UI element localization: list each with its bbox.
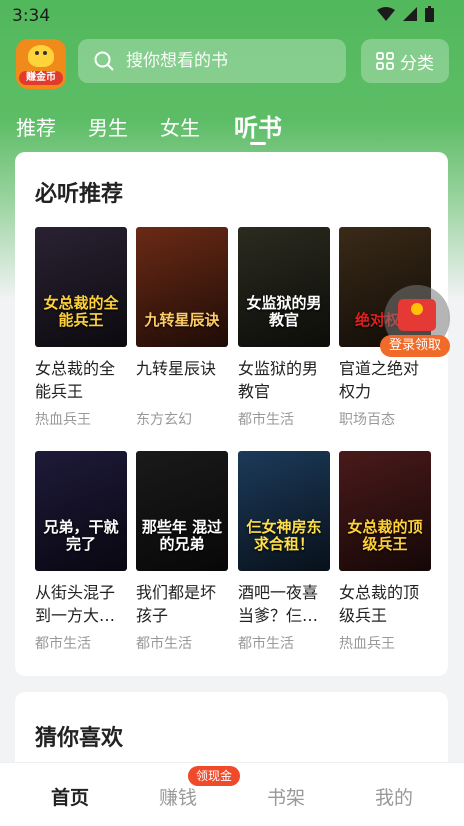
cover-title: 仨女神房东求合租！ (246, 518, 322, 553)
book-title: 女监狱的男教官 (238, 359, 319, 401)
nav-mine[interactable]: 我的 (354, 783, 434, 810)
book-category: 东方玄幻 (136, 412, 192, 428)
book-title: 女总裁的顶级兵王 (339, 583, 420, 625)
cover-title: 女总裁的顶级兵王 (347, 518, 423, 553)
book-title: 官道之绝对权力 (339, 359, 420, 401)
login-reward-label: 登录领取 (380, 335, 450, 357)
book-item[interactable]: 仨女神房东求合租！ 酒吧一夜喜当爹？仨… 都市生活 (238, 451, 330, 653)
category-tabs: 推荐 男生 女生 听书 (0, 108, 464, 148)
book-title: 我们都是坏孩子 (136, 583, 217, 625)
signal-icon (403, 7, 417, 21)
book-category: 热血兵王 (35, 412, 91, 428)
section-title: 必听推荐 (35, 182, 124, 207)
active-tab-indicator (250, 142, 266, 145)
book-item[interactable]: 女总裁的顶级兵王 女总裁的顶级兵王 热血兵王 (339, 451, 431, 653)
status-bar: 3:34 (0, 0, 464, 32)
book-cover: 九转星辰诀 (136, 227, 228, 347)
book-category: 都市生活 (136, 636, 192, 652)
red-envelope-icon (398, 299, 436, 331)
category-label: 分类 (400, 53, 434, 74)
book-cover: 那些年 混过的兄弟 (136, 451, 228, 571)
book-cover: 女监狱的男教官 (238, 227, 330, 347)
wifi-icon (377, 7, 395, 21)
search-input[interactable] (124, 50, 328, 72)
must-listen-section: 必听推荐 女总裁的全能兵王 女总裁的全能兵王 热血兵王 九转星辰诀 九转星辰诀 … (15, 152, 448, 676)
book-title: 九转星辰诀 (136, 359, 217, 378)
status-time: 3:34 (12, 6, 51, 26)
tab-female[interactable]: 女生 (160, 112, 200, 141)
tab-audiobook-label: 听书 (234, 114, 282, 142)
book-title: 酒吧一夜喜当爹？仨… (238, 583, 319, 625)
book-cover: 仨女神房东求合租！ (238, 451, 330, 571)
book-item[interactable]: 女监狱的男教官 女监狱的男教官 都市生活 (238, 227, 330, 429)
tab-recommend[interactable]: 推荐 (16, 112, 56, 141)
login-reward-float[interactable]: 登录领取 (380, 285, 456, 357)
nav-earn[interactable]: 赚钱 (138, 783, 218, 810)
cover-title: 九转星辰诀 (144, 311, 220, 329)
battery-icon (425, 6, 434, 22)
tab-male[interactable]: 男生 (88, 112, 128, 141)
tab-audiobook[interactable]: 听书 (234, 108, 282, 145)
nav-bookshelf[interactable]: 书架 (246, 783, 326, 810)
status-icons (377, 6, 434, 22)
grid-icon (376, 52, 394, 70)
cash-badge: 领现金 (188, 766, 240, 786)
category-button[interactable]: 分类 (361, 39, 449, 83)
cover-title: 兄弟，干就完了 (43, 518, 119, 553)
search-bar[interactable] (78, 39, 346, 83)
section-title: 猜你喜欢 (35, 726, 124, 751)
book-item[interactable]: 女总裁的全能兵王 女总裁的全能兵王 热血兵王 (35, 227, 127, 429)
cover-title: 女监狱的男教官 (246, 294, 322, 329)
book-title: 女总裁的全能兵王 (35, 359, 116, 401)
app-bar: 赚金币 分类 (0, 38, 464, 90)
search-icon (94, 51, 114, 71)
mascot-icon (28, 45, 54, 67)
logo-badge: 赚金币 (19, 71, 63, 85)
cover-title: 女总裁的全能兵王 (43, 294, 119, 329)
cover-title: 那些年 混过的兄弟 (141, 518, 223, 553)
book-cover: 女总裁的顶级兵王 (339, 451, 431, 571)
earn-coins-logo[interactable]: 赚金币 (16, 39, 66, 89)
book-item[interactable]: 兄弟，干就完了 从街头混子到一方大… 都市生活 (35, 451, 127, 653)
book-category: 都市生活 (35, 636, 91, 652)
book-item[interactable]: 九转星辰诀 九转星辰诀 东方玄幻 (136, 227, 228, 429)
book-item[interactable]: 那些年 混过的兄弟 我们都是坏孩子 都市生活 (136, 451, 228, 653)
book-cover: 女总裁的全能兵王 (35, 227, 127, 347)
nav-home[interactable]: 首页 (30, 783, 110, 810)
guess-you-like-section: 猜你喜欢 (15, 692, 448, 772)
book-category: 都市生活 (238, 636, 294, 652)
book-category: 热血兵王 (339, 636, 395, 652)
book-category: 都市生活 (238, 412, 294, 428)
book-cover: 兄弟，干就完了 (35, 451, 127, 571)
book-title: 从街头混子到一方大… (35, 583, 116, 625)
book-category: 职场百态 (339, 412, 395, 428)
